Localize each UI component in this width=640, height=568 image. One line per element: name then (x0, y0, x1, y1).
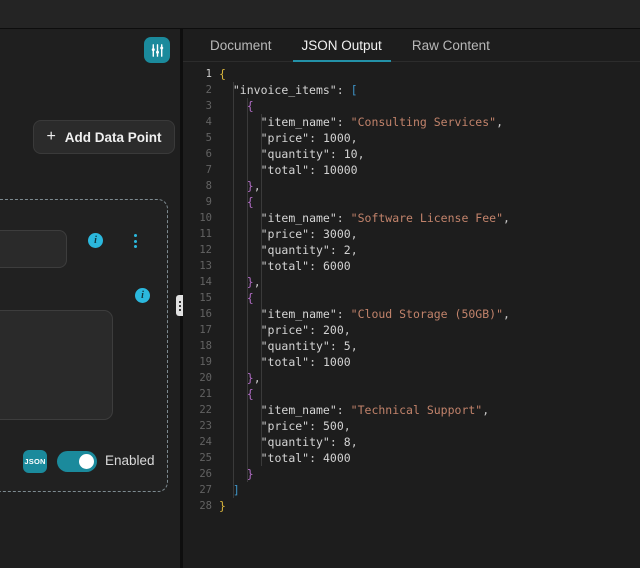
tab-document[interactable]: Document (195, 29, 287, 61)
code-line: }, (246, 371, 261, 385)
code-line: "total": 1000 (260, 355, 351, 369)
line-number: 23 (199, 420, 212, 432)
line-number: 3 (205, 100, 212, 112)
line-number: 4 (205, 116, 212, 128)
left-panel: + Add Data Point i i JSON Enabled (0, 29, 181, 568)
code-line: "item_name": "Technical Support", (260, 403, 490, 417)
line-number: 25 (199, 452, 212, 464)
line-number: 22 (199, 404, 212, 416)
line-number: 1 (205, 68, 212, 80)
code-line: "total": 4000 (260, 451, 351, 465)
data-point-value-textarea[interactable] (0, 310, 113, 420)
plus-icon: + (46, 128, 56, 145)
line-number: 15 (199, 292, 212, 304)
code-line: "quantity": 2, (260, 243, 358, 257)
sliders-icon (150, 43, 165, 58)
line-number: 27 (199, 484, 212, 496)
code-line: "total": 10000 (260, 163, 358, 177)
line-number: 26 (199, 468, 212, 480)
code-line: "invoice_items": [ (232, 83, 358, 97)
code-line: }, (246, 275, 261, 289)
code-line: "quantity": 8, (260, 435, 358, 449)
line-number: 20 (199, 372, 212, 384)
right-panel: Document JSON Output Raw Content 1234567… (183, 29, 640, 568)
code-line: "quantity": 10, (260, 147, 365, 161)
code-line: "price": 3000, (260, 227, 358, 241)
code-line: }, (246, 179, 261, 193)
toggle-knob (79, 454, 94, 469)
info-icon-secondary[interactable]: i (135, 288, 150, 303)
code-line: { (246, 195, 254, 209)
line-number: 10 (199, 212, 212, 224)
json-output-viewer[interactable]: 1 2 3 4 5 6 7 8 9 10 11 12 13 14 15 16 17 18 19 20 21 22 23 24 2… (183, 62, 640, 568)
add-data-point-label: Add Data Point (64, 129, 162, 145)
code-line: } (219, 499, 226, 513)
more-options-icon[interactable] (128, 233, 142, 249)
line-number: 5 (205, 132, 212, 144)
code-line: "price": 200, (260, 323, 351, 337)
code-line: } (246, 467, 254, 481)
tab-bar: Document JSON Output Raw Content (183, 29, 640, 62)
code-line: "item_name": "Cloud Storage (50GB)", (260, 307, 510, 321)
json-format-icon: JSON (23, 450, 47, 473)
json-enabled-label: Enabled (105, 453, 155, 468)
line-number: 13 (199, 260, 212, 272)
code-line: { (246, 387, 254, 401)
line-number: 6 (205, 148, 212, 160)
line-number: 19 (199, 356, 212, 368)
line-number: 11 (199, 228, 212, 240)
info-icon[interactable]: i (88, 233, 103, 248)
line-number: 28 (199, 500, 212, 512)
code-line: "total": 6000 (260, 259, 351, 273)
line-number: 24 (199, 436, 212, 448)
line-number: 8 (205, 180, 212, 192)
app-window: + Add Data Point i i JSON Enabled Docume… (0, 0, 640, 568)
line-number: 17 (199, 324, 212, 336)
line-number: 18 (199, 340, 212, 352)
add-data-point-button[interactable]: + Add Data Point (33, 120, 175, 154)
code-line: "item_name": "Software License Fee", (260, 211, 510, 225)
code-line: "quantity": 5, (260, 339, 358, 353)
tab-json-output[interactable]: JSON Output (287, 29, 397, 62)
line-number: 21 (199, 388, 212, 400)
code-line: { (246, 291, 254, 305)
code-line: { (246, 99, 254, 113)
json-enabled-toggle[interactable] (57, 451, 97, 472)
code-line: ] (232, 483, 240, 497)
line-number: 9 (205, 196, 212, 208)
line-number: 14 (199, 276, 212, 288)
line-number: 7 (205, 164, 212, 176)
code-line: { (219, 67, 226, 81)
data-point-name-input[interactable] (0, 230, 67, 268)
tab-raw-content[interactable]: Raw Content (397, 29, 505, 61)
top-bar (0, 0, 640, 29)
filter-settings-button[interactable] (144, 37, 170, 63)
code-line: "price": 500, (260, 419, 351, 433)
line-number: 16 (199, 308, 212, 320)
code-line: "item_name": "Consulting Services", (260, 115, 504, 129)
line-number-gutter: 1 2 3 4 5 6 7 8 9 10 11 12 13 14 15 16 17 18 19 20 21 22 23 24 2… (183, 62, 219, 568)
data-point-card: i i JSON Enabled (0, 199, 168, 492)
line-number: 2 (205, 84, 212, 96)
code-line: "price": 1000, (260, 131, 358, 145)
line-number: 12 (199, 244, 212, 256)
json-code-content[interactable]: { "invoice_items": [ { "item_name": "Con… (219, 62, 640, 568)
